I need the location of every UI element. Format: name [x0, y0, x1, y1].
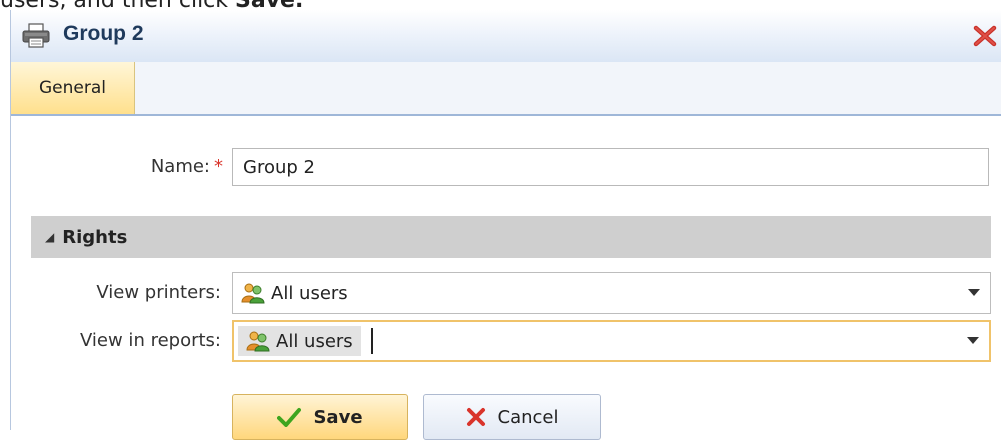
view-in-reports-select[interactable]: All users [232, 320, 991, 362]
name-label: Name: [150, 156, 210, 177]
users-icon [246, 330, 270, 352]
close-icon[interactable] [972, 24, 998, 48]
cancel-x-icon [466, 408, 485, 426]
view-in-reports-tag[interactable]: All users [238, 326, 361, 356]
tab-general[interactable]: General [11, 62, 135, 114]
group-dialog: Group 2 General Name: * Group 2 ◢ Rights … [10, 10, 1001, 440]
save-button-label: Save [313, 406, 363, 428]
text-cursor [370, 328, 373, 354]
tab-general-label: General [39, 78, 106, 98]
printer-icon [21, 22, 51, 50]
view-printers-tag: All users [233, 278, 356, 308]
chevron-down-icon[interactable] [967, 337, 979, 344]
name-field-value: Group 2 [243, 156, 315, 178]
view-printers-value: All users [271, 282, 348, 304]
tab-strip: General [11, 62, 1001, 116]
rights-section-title: Rights [62, 226, 128, 248]
collapse-arrow-icon: ◢ [45, 230, 55, 244]
name-field[interactable]: Group 2 [232, 148, 989, 186]
dialog-titlebar: Group 2 [11, 10, 1001, 63]
view-in-reports-label: View in reports: [80, 330, 221, 351]
view-in-reports-value: All users [276, 330, 353, 352]
users-icon [241, 282, 265, 304]
chevron-down-icon[interactable] [968, 289, 980, 296]
required-mark: * [214, 156, 223, 177]
save-button[interactable]: Save [232, 394, 408, 440]
rights-section-header[interactable]: ◢ Rights [31, 216, 991, 258]
name-label-row: Name: * [111, 156, 223, 177]
cancel-button-label: Cancel [497, 406, 559, 428]
dialog-title: Group 2 [63, 22, 144, 45]
check-icon [277, 408, 302, 427]
cancel-button[interactable]: Cancel [423, 394, 601, 440]
view-printers-label: View printers: [96, 282, 221, 303]
view-printers-select[interactable]: All users [232, 272, 991, 314]
